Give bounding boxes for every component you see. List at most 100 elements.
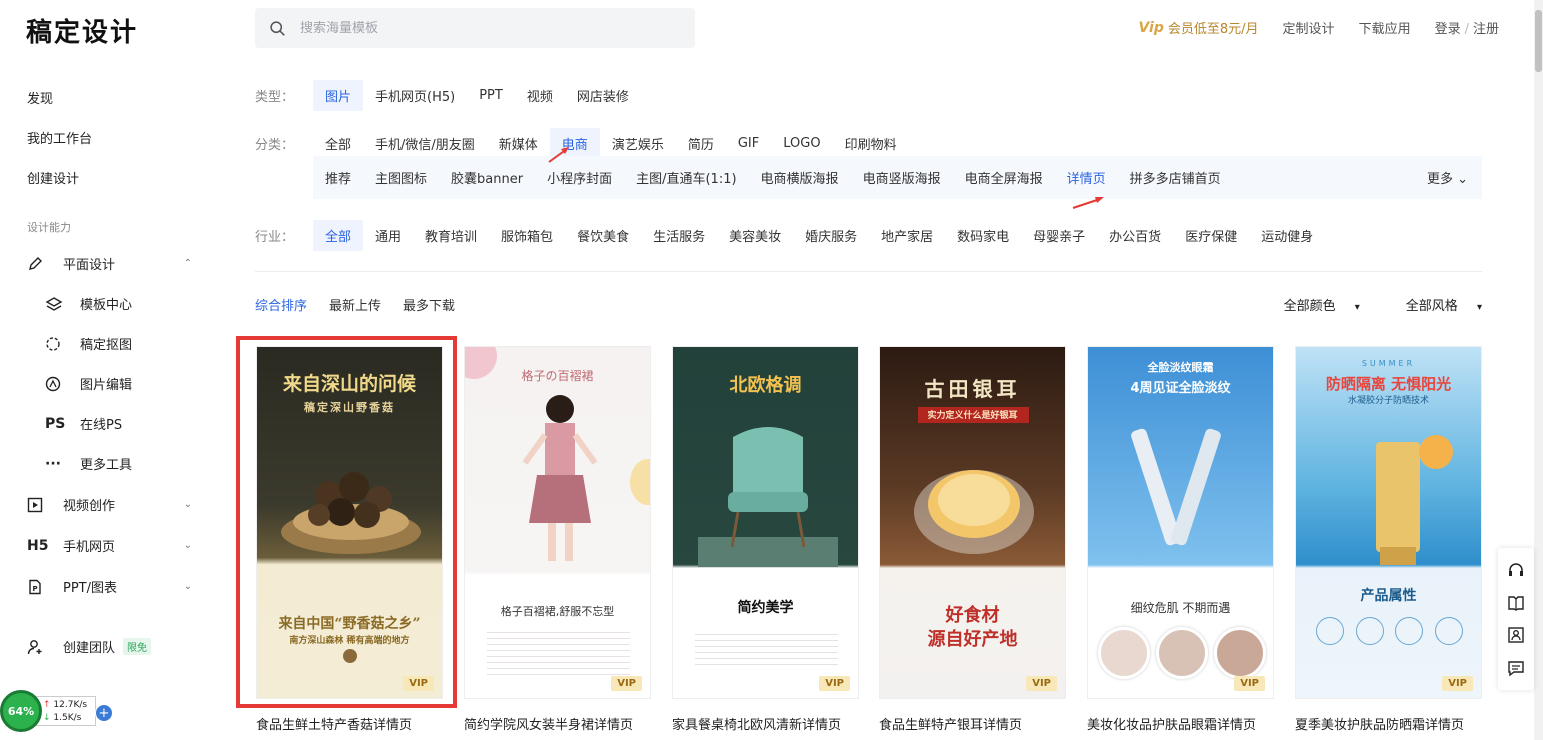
subcategory-bar: 推荐 主图图标 胶囊banner 小程序封面 主图/直通车(1:1) 电商横版海…: [313, 156, 1482, 199]
type-chip-ppt[interactable]: PPT: [467, 82, 515, 109]
card-title[interactable]: 食品生鲜特产银耳详情页: [879, 714, 1069, 733]
card-title[interactable]: 夏季美妆护肤品防晒霜详情页: [1295, 714, 1485, 733]
industry-chip[interactable]: 母婴亲子: [1021, 220, 1097, 251]
tremella-image: [914, 470, 1034, 554]
feedback-icon[interactable]: [1507, 659, 1525, 677]
sidebar-item-ppt[interactable]: P PPT/图表 ⌄: [27, 577, 192, 596]
industry-chip[interactable]: 运动健身: [1249, 220, 1325, 251]
sidebar-item-template-center[interactable]: 模板中心: [45, 294, 132, 313]
limited-free-badge: 限免: [123, 638, 152, 655]
card-subheadline: 实力定义什么是好银耳: [927, 411, 1018, 421]
industry-chip[interactable]: 餐饮美食: [565, 220, 641, 251]
subcategory-chip[interactable]: 小程序封面: [535, 162, 624, 193]
card-title[interactable]: 简约学院风女装半身裙详情页: [464, 714, 654, 733]
dropdown-filters: 全部颜色 全部风格: [1238, 295, 1482, 314]
category-chip[interactable]: 全部: [313, 128, 363, 159]
upload-speed: 12.7K/s: [53, 700, 88, 710]
color-dropdown[interactable]: 全部颜色: [1284, 295, 1360, 314]
sort-most-downloaded[interactable]: 最多下载: [403, 295, 455, 314]
template-card[interactable]: 格子の百褶裙 格子百褶裙,舒服不忘型 VIP: [464, 346, 651, 699]
industry-chip-all[interactable]: 全部: [313, 220, 364, 251]
login-link[interactable]: 登录: [1435, 22, 1461, 37]
subcategory-chip[interactable]: 拼多多店铺首页: [1118, 162, 1233, 193]
contact-card-icon[interactable]: [1507, 626, 1525, 644]
network-speed-widget[interactable]: ↑ 12.7K/s ↓ 1.5K/s 64% +: [0, 690, 120, 740]
card-title[interactable]: 美妆化妆品护肤品眼霜详情页: [1087, 714, 1277, 733]
attribute-icon: [1434, 617, 1463, 645]
subcategory-chip[interactable]: 胶囊banner: [439, 162, 535, 193]
sort-comprehensive[interactable]: 综合排序: [255, 295, 307, 314]
logo[interactable]: 稿定设计: [26, 12, 138, 49]
industry-chip[interactable]: 通用: [363, 220, 413, 251]
template-card[interactable]: SUMMER 防晒隔离 无惧阳光 水凝胶分子防晒技术 产品属性 VIP: [1295, 346, 1482, 699]
sidebar-item-workspace[interactable]: 我的工作台: [27, 128, 92, 147]
industry-chip[interactable]: 美容美妆: [717, 220, 793, 251]
type-chip-shop[interactable]: 网店装修: [565, 80, 641, 111]
card-subheadline: 水凝胶分子防晒技术: [1347, 396, 1429, 406]
subcategory-chip[interactable]: 电商横版海报: [749, 162, 851, 193]
template-card[interactable]: 北欧格调 简约美学 VIP: [672, 346, 859, 699]
category-chip[interactable]: 简历: [676, 128, 726, 159]
vip-promo-link[interactable]: Vip 会员低至8元/月: [1138, 18, 1258, 38]
template-card[interactable]: 古田银耳 实力定义什么是好银耳 好食材 源自好产地 VIP: [879, 346, 1066, 699]
industry-chip[interactable]: 教育培训: [413, 220, 489, 251]
card-title[interactable]: 食品生鲜土特产香菇详情页: [256, 714, 446, 733]
industry-chip[interactable]: 地产家居: [869, 220, 945, 251]
headset-icon[interactable]: [1507, 561, 1525, 579]
sidebar-item-cutout[interactable]: 稿定抠图: [45, 334, 132, 353]
chevron-down-icon: ⌄: [183, 540, 192, 551]
subcategory-chip[interactable]: 推荐: [313, 162, 363, 193]
subcategory-chip[interactable]: 主图图标: [363, 162, 439, 193]
subcategory-chip[interactable]: 电商竖版海报: [851, 162, 953, 193]
sidebar-item-create[interactable]: 创建设计: [27, 168, 79, 187]
industry-chip[interactable]: 数码家电: [945, 220, 1021, 251]
industry-chip[interactable]: 医疗保健: [1173, 220, 1249, 251]
card-bottom-title: 产品属性: [1360, 588, 1417, 604]
subcategory-chip-detail-page[interactable]: 详情页: [1055, 162, 1118, 193]
h5-icon: H5: [27, 537, 49, 554]
custom-design-link[interactable]: 定制设计: [1283, 18, 1335, 37]
subcategory-chip[interactable]: 主图/直通车(1:1): [624, 162, 748, 193]
scrollbar[interactable]: [1534, 0, 1543, 740]
scrollbar-thumb[interactable]: [1535, 10, 1542, 72]
sidebar-item-image-edit[interactable]: 图片编辑: [45, 374, 132, 393]
template-card[interactable]: 全脸淡纹眼霜 4周见证全脸淡纹 细纹危肌 不期而遇 VIP: [1087, 346, 1274, 699]
industry-chip[interactable]: 服饰箱包: [489, 220, 565, 251]
category-chip[interactable]: 印刷物料: [833, 128, 909, 159]
more-dropdown[interactable]: 更多 ⌄: [1427, 168, 1468, 187]
category-chip[interactable]: LOGO: [771, 130, 832, 157]
category-chip[interactable]: 演艺娱乐: [600, 128, 676, 159]
search-box[interactable]: [255, 8, 695, 48]
card-headline: 防晒隔离 无惧阳光: [1325, 375, 1452, 393]
style-dropdown[interactable]: 全部风格: [1406, 295, 1482, 314]
type-chip-video[interactable]: 视频: [515, 80, 565, 111]
card-title[interactable]: 家具餐桌椅北欧风清新详情页: [672, 714, 862, 733]
sidebar-item-video[interactable]: 视频创作 ⌄: [27, 495, 192, 514]
chevron-down-icon: ⌄: [183, 499, 192, 510]
chair-image: [698, 427, 838, 567]
plus-icon[interactable]: +: [95, 704, 113, 722]
industry-chip[interactable]: 生活服务: [641, 220, 717, 251]
sidebar-item-online-ps[interactable]: PS 在线PS: [45, 414, 122, 434]
sidebar-item-discover[interactable]: 发现: [27, 88, 53, 107]
sidebar-item-create-team[interactable]: 创建团队 限免: [27, 637, 192, 656]
cutout-icon: [45, 335, 67, 353]
sort-newest[interactable]: 最新上传: [329, 295, 381, 314]
sidebar-item-more-tools[interactable]: ··· 更多工具: [45, 454, 132, 474]
industry-chip[interactable]: 婚庆服务: [793, 220, 869, 251]
subcategory-chip[interactable]: 电商全屏海报: [953, 162, 1055, 193]
type-chip-h5[interactable]: 手机网页(H5): [363, 80, 467, 111]
category-chip[interactable]: 新媒体: [487, 128, 550, 159]
register-link[interactable]: 注册: [1473, 22, 1499, 37]
book-icon[interactable]: [1507, 594, 1525, 612]
category-chip[interactable]: 手机/微信/朋友圈: [363, 128, 487, 159]
vip-badge: VIP: [611, 676, 642, 691]
industry-chip[interactable]: 办公百货: [1097, 220, 1173, 251]
search-input[interactable]: [300, 20, 680, 36]
sidebar-item-graphic-design[interactable]: 平面设计 ⌃: [27, 254, 192, 273]
ppt-icon: P: [27, 578, 49, 596]
category-chip[interactable]: GIF: [726, 130, 771, 157]
download-app-link[interactable]: 下载应用: [1359, 18, 1411, 37]
sidebar-item-h5[interactable]: H5 手机网页 ⌄: [27, 536, 192, 556]
type-chip-image[interactable]: 图片: [313, 80, 364, 111]
